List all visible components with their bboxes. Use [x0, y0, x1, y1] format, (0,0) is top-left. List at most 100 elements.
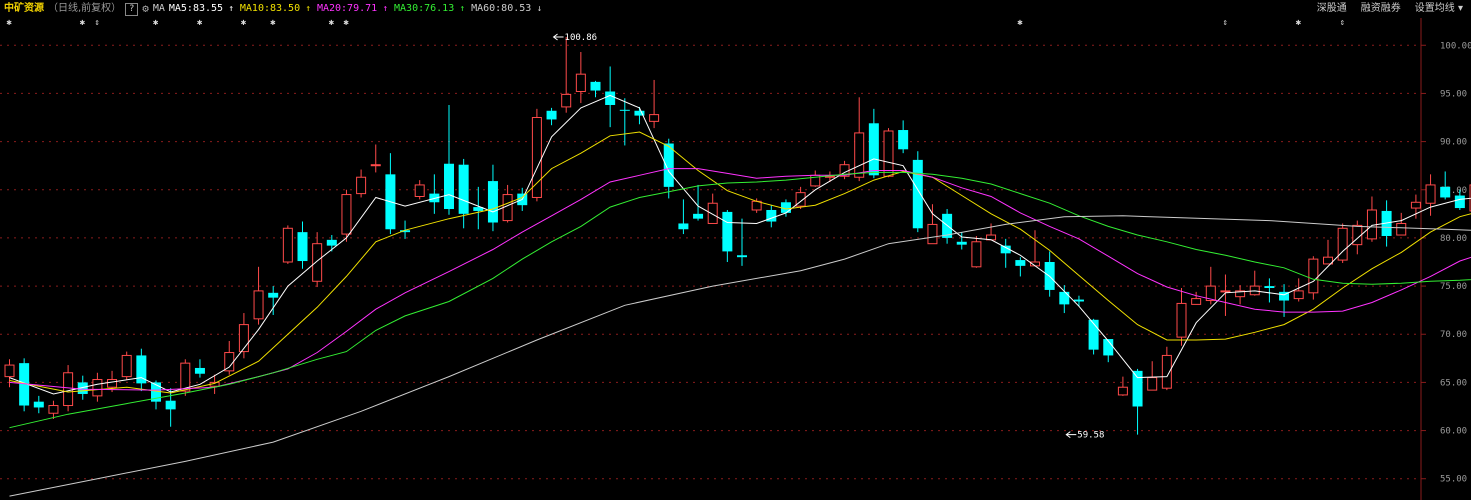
candle-body-down	[693, 213, 704, 219]
y-tick-label: 80.00	[1440, 234, 1467, 244]
candle-body-up	[92, 379, 103, 397]
candle-body-up	[575, 73, 586, 93]
candle-body-down	[912, 159, 923, 229]
candle-body-up	[356, 176, 367, 195]
y-tick-label: 70.00	[1440, 330, 1467, 340]
candle-body-up	[1308, 258, 1319, 294]
candle-body-down	[1059, 291, 1070, 305]
candle-body-down	[268, 292, 279, 298]
candle-body-up	[1117, 386, 1128, 396]
arrow-up-icon: ↑	[454, 4, 466, 14]
candle-body-up	[883, 130, 894, 177]
header-button[interactable]: 融资融券	[1361, 0, 1401, 18]
candle-body-down	[487, 181, 498, 223]
candlestick-chart: 55.0060.0065.0070.0075.0080.0085.0090.00…	[0, 18, 1471, 500]
candle-body-up	[1293, 290, 1304, 300]
candle-body-up	[63, 372, 74, 407]
candle-body-down	[619, 109, 630, 111]
ma-lines	[9, 94, 1471, 497]
candle-body-down	[722, 211, 733, 252]
arrow-up-icon: ↑	[223, 4, 234, 14]
y-tick-label: 75.00	[1440, 282, 1467, 292]
header-button[interactable]: 设置均线 ▾	[1415, 0, 1463, 18]
candle-body-down	[898, 130, 909, 150]
y-tick-label: 60.00	[1440, 427, 1467, 437]
grid	[0, 44, 1421, 480]
arrow-up-icon: ↑	[300, 4, 311, 14]
stock-title: 中矿资源	[4, 3, 44, 14]
candle-body-down	[165, 400, 176, 410]
candle-body-up	[502, 194, 513, 222]
candle-body-down	[1073, 299, 1084, 302]
candle-body-up	[1191, 298, 1202, 305]
ma-legend-value: MA30:76.13	[394, 3, 455, 14]
candle-body-down	[678, 223, 689, 230]
candle-body-down	[546, 110, 557, 120]
candle-body-up	[48, 405, 59, 414]
candle-body-up	[224, 352, 235, 372]
candle-body-down	[1454, 195, 1465, 209]
annotation-label: 59.58	[1077, 431, 1104, 441]
y-tick-label: 55.00	[1440, 475, 1467, 485]
ma-legend-value: MA60:80.53	[471, 3, 532, 14]
candle-body-down	[33, 401, 44, 408]
ma-legend-item: MA60:80.53 ↓	[471, 0, 542, 18]
candle-body-up	[1176, 302, 1187, 338]
ma-legend-item: MA30:76.13 ↑	[394, 0, 465, 18]
ma-legend-item: MA20:79.71 ↑	[317, 0, 388, 18]
help-icon[interactable]: ?	[125, 2, 139, 16]
ma-line-ma5	[9, 94, 1471, 395]
annotations: 100.86 59.58	[552, 33, 1104, 441]
gear-icon[interactable]: ⚙	[142, 0, 149, 18]
price-axis: 55.0060.0065.0070.0075.0080.0085.0090.00…	[1420, 18, 1471, 500]
candle-body-down	[590, 81, 601, 91]
ma-label: MA	[152, 3, 165, 14]
candle-body-down	[194, 367, 205, 374]
ma-legend-value: MA10:83.50	[239, 3, 301, 14]
candle-body-down	[956, 241, 967, 245]
candle-body-down	[1132, 370, 1143, 407]
candle-body-up	[854, 132, 865, 178]
candle-body-up	[253, 290, 264, 320]
ma-legend-value: MA5:83.55	[168, 3, 224, 14]
period-label: （日线,前复权）	[48, 3, 122, 14]
header-button[interactable]: 深股通	[1317, 0, 1347, 18]
candle-body-down	[297, 232, 308, 262]
candle-body-up	[1410, 201, 1421, 209]
y-tick-label: 65.00	[1440, 378, 1467, 388]
header-buttons: 深股通 融资融券 设置均线 ▾	[1317, 0, 1463, 18]
candle-body-down	[663, 143, 674, 187]
arrow-up-icon: ↑	[377, 4, 389, 14]
candle-body-up	[927, 223, 938, 245]
y-tick-label: 95.00	[1440, 89, 1467, 99]
candle-body-up	[561, 93, 572, 108]
candle-body-down	[458, 164, 469, 214]
candle-body-down	[1264, 286, 1275, 289]
ma-legend-item: MA5:83.55 ↑	[169, 0, 234, 18]
candle-body-up	[1396, 222, 1407, 236]
y-tick-label: 100.00	[1440, 41, 1471, 51]
candle-body-up	[370, 164, 381, 167]
candle-body-up	[1425, 184, 1436, 204]
candle-body-up	[971, 241, 982, 268]
candle-body-up	[649, 114, 660, 122]
candle-body-up	[531, 117, 542, 198]
candle-body-down	[737, 255, 747, 258]
candle-body-up	[121, 354, 132, 378]
candle-body-up	[1220, 290, 1231, 293]
candle-body-up	[341, 194, 352, 235]
candle-body-down	[1440, 186, 1451, 198]
candle-body-up	[707, 202, 718, 224]
candle-body-up	[282, 227, 293, 263]
candle-body-down	[326, 239, 337, 246]
ma-legend-item: MA10:83.50 ↑	[240, 0, 311, 18]
ma-legend-value: MA20:79.71	[316, 3, 378, 14]
ma-legend: MA5:83.55 ↑ MA10:83.50 ↑ MA20:79.71 ↑ MA30:…	[169, 0, 542, 18]
arrow-down-icon: ↓	[531, 4, 543, 14]
candle-body-up	[107, 379, 118, 388]
candle-body-down	[444, 163, 454, 210]
y-tick-label: 90.00	[1440, 138, 1467, 148]
candles	[4, 36, 1471, 435]
ma-line-ma30	[9, 171, 1471, 429]
candle-body-up	[312, 243, 323, 282]
